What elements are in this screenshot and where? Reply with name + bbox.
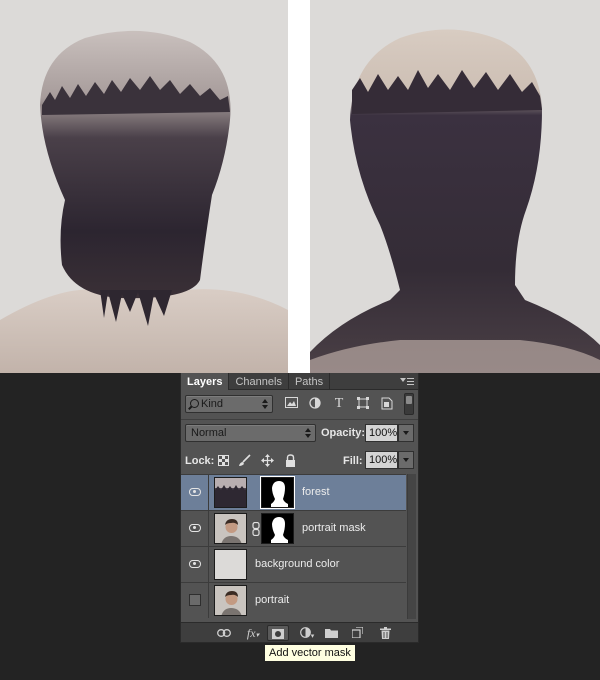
layers-panel: Layers Channels Paths Kind T Normal Opac… (180, 373, 419, 643)
panel-tabs: Layers Channels Paths (181, 373, 418, 390)
opacity-input[interactable]: 100% (365, 424, 398, 442)
double-exposure-art-right (310, 0, 600, 373)
layer-mask-thumbnail[interactable] (260, 476, 295, 509)
fill-dropdown-button[interactable] (398, 451, 414, 469)
filter-toggle-switch[interactable] (404, 393, 414, 415)
layer-name[interactable]: portrait mask (302, 522, 366, 534)
kind-label: Kind (201, 398, 224, 410)
shape-filter-icon[interactable] (356, 397, 370, 411)
fill-input[interactable]: 100% (365, 451, 398, 469)
smart-object-filter-icon[interactable] (380, 397, 394, 411)
layer-thumbnail[interactable] (214, 513, 247, 544)
tab-layers[interactable]: Layers (181, 373, 230, 390)
filter-row: Kind T (185, 393, 416, 415)
layer-forest[interactable]: forest (181, 474, 406, 510)
type-filter-icon[interactable]: T (332, 397, 346, 411)
new-layer-icon[interactable] (349, 625, 365, 641)
artwork-area (0, 0, 600, 373)
layer-portrait-mask[interactable]: portrait mask (181, 510, 406, 546)
link-layers-icon[interactable] (215, 625, 233, 641)
silhouette-forest-right (310, 0, 600, 373)
visibility-toggle[interactable] (181, 475, 209, 510)
lock-all-icon[interactable] (284, 454, 297, 467)
blend-mode-select[interactable]: Normal (185, 424, 316, 442)
adjustment-filter-icon[interactable] (308, 397, 322, 411)
layer-name[interactable]: portrait (255, 594, 289, 606)
updown-arrows-icon (262, 399, 268, 409)
search-icon (190, 399, 199, 408)
blend-row: Normal Opacity: 100% (185, 424, 416, 444)
lock-image-pixels-icon[interactable] (238, 454, 251, 467)
lock-row: Lock: Fill: 100% (185, 451, 416, 471)
eye-icon (189, 524, 201, 532)
fx-icon[interactable]: fx▾ (243, 625, 263, 641)
layer-thumbnail[interactable] (214, 477, 247, 508)
layer-name[interactable]: forest (302, 486, 330, 498)
eye-icon (189, 488, 201, 496)
layer-portrait[interactable]: portrait (181, 582, 406, 618)
lock-transparent-pixels-icon[interactable] (218, 455, 229, 466)
layer-mask-thumbnail[interactable] (261, 513, 294, 544)
visibility-toggle[interactable] (181, 511, 209, 546)
layer-thumbnail[interactable] (214, 585, 247, 616)
group-folder-icon[interactable] (323, 625, 339, 641)
updown-arrows-icon (305, 428, 311, 438)
trash-icon[interactable] (377, 625, 393, 641)
layers-list: forest portrait mask background color po… (181, 474, 406, 619)
panel-menu-icon[interactable] (400, 376, 414, 386)
mask-link-chain-icon[interactable] (252, 521, 260, 537)
fill-label: Fill: (343, 455, 363, 467)
silhouette-forest-left (0, 0, 288, 373)
add-vector-mask-tooltip: Add vector mask (264, 644, 356, 662)
image-filter-icon[interactable] (284, 397, 298, 411)
blend-mode-value: Normal (191, 427, 227, 439)
double-exposure-art-left (0, 0, 288, 373)
divider-white (288, 0, 310, 373)
separator (181, 419, 418, 420)
visibility-toggle[interactable] (181, 583, 209, 618)
opacity-label: Opacity: (321, 427, 366, 439)
layer-name[interactable]: background color (255, 558, 339, 570)
panel-footer: fx▾ ▾ (181, 622, 418, 642)
layers-scrollbar[interactable] (407, 474, 416, 619)
adjustment-layer-icon[interactable]: ▾ (297, 625, 317, 641)
eye-icon (189, 560, 201, 568)
lock-label: Lock: (185, 455, 215, 467)
visibility-toggle[interactable] (181, 547, 209, 582)
layer-background-color[interactable]: background color (181, 546, 406, 582)
tab-paths[interactable]: Paths (289, 373, 331, 389)
kind-filter-select[interactable]: Kind (185, 395, 273, 413)
opacity-dropdown-button[interactable] (398, 424, 414, 442)
add-mask-icon[interactable] (267, 625, 289, 641)
lock-position-icon[interactable] (261, 454, 274, 467)
layer-thumbnail[interactable] (214, 549, 247, 580)
hidden-visibility-box (189, 594, 201, 606)
tab-channels[interactable]: Channels (229, 373, 289, 389)
